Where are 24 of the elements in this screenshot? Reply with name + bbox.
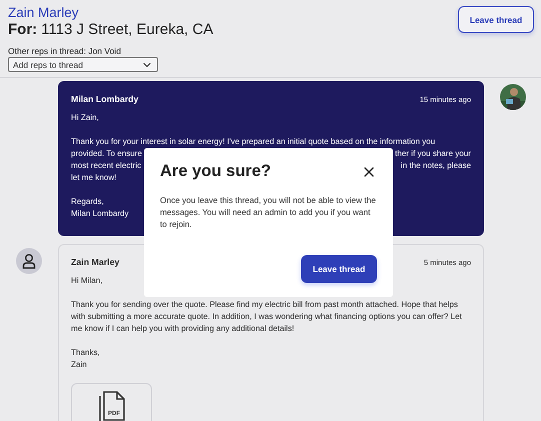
message-text: let me know! <box>71 172 116 184</box>
address-text: For: 1113 J Street, Eureka, CA <box>8 21 214 39</box>
other-reps-text: Other reps in thread: Jon Void <box>8 46 122 57</box>
message-text: Thanks, <box>71 347 100 359</box>
dialog-title: Are you sure? <box>160 162 271 181</box>
message-text: provided. To ensure <box>71 148 142 160</box>
sender-name: Zain Marley <box>71 257 120 267</box>
message-text: Thank you for sending over the quote. Please find my electric bill from past month attached. Hope that helps with submitting a more accurate quote. In addition, I was wondering what financing options you can offer? Let me know if I can help you with providing any additional details! <box>71 299 463 335</box>
leave-thread-button[interactable]: Leave thread <box>301 255 377 283</box>
message-text: ther if you share your <box>394 148 471 160</box>
message-text: Milan Lombardy <box>71 208 129 220</box>
message-text: in the notes, please <box>400 160 471 172</box>
customer-name: Zain Marley <box>8 5 80 21</box>
message-text: Thank you for your interest in solar energy! I've prepared an initial quote based on the information you <box>71 136 436 148</box>
add-reps-select[interactable]: Add reps to thread <box>8 57 158 72</box>
leave-thread-button[interactable]: Leave thread <box>458 6 534 33</box>
dialog-text: Once you leave this thread, you will not be able to view the messages. You will need an admin to add you if you want to rejoin. <box>160 194 377 230</box>
message-text: Zain <box>71 359 87 371</box>
message-text: Hi Zain, <box>71 112 99 124</box>
message-text: Hi Milan, <box>71 275 102 287</box>
sender-name: Milan Lombardy <box>71 94 138 104</box>
user-avatar-icon <box>16 248 42 274</box>
message-text: Regards, <box>71 196 104 208</box>
message-text: most recent electric <box>71 160 142 172</box>
